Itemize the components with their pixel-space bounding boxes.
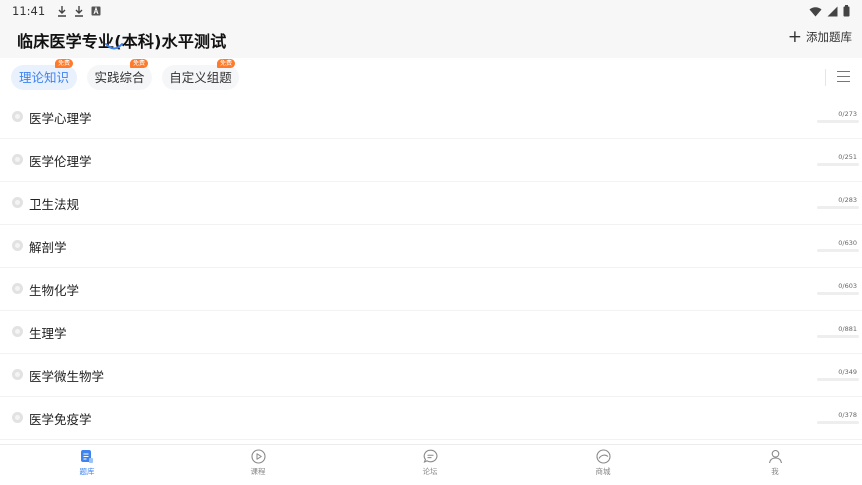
nav-forum[interactable]: 论坛 <box>400 449 460 477</box>
progress-count: 0/283 <box>838 196 857 204</box>
signal-icon <box>827 6 838 16</box>
nav-question-bank[interactable]: 题库 <box>57 449 117 477</box>
subject-name: 卫生法规 <box>29 197 80 212</box>
chat-bubble-icon <box>423 449 437 464</box>
progress-bar <box>817 378 859 381</box>
list-item[interactable]: 生物化学 0/603 <box>0 268 862 311</box>
subject-name: 医学心理学 <box>29 111 92 126</box>
radio-icon <box>12 197 23 208</box>
battery-icon <box>843 5 850 17</box>
status-notifications <box>57 5 101 17</box>
subject-list: 医学心理学 0/273 医学伦理学 0/251 卫生法规 0/283 解剖学 0… <box>0 96 862 440</box>
tab-practice[interactable]: 实践综合 免费 <box>87 59 152 90</box>
status-time: 11:41 <box>12 4 46 18</box>
tab-theory[interactable]: 理论知识 免费 <box>11 59 77 90</box>
progress-bar <box>817 292 859 295</box>
progress-bar <box>817 163 859 166</box>
subject-name: 医学微生物学 <box>29 369 105 384</box>
nav-label: 我 <box>771 467 779 476</box>
font-icon <box>91 6 101 16</box>
nav-shop[interactable]: 商城 <box>573 449 633 477</box>
category-tabs: 理论知识 免费 实践综合 免费 自定义组题 免费 <box>0 58 862 96</box>
download-icon <box>58 6 67 17</box>
progress-count: 0/378 <box>838 411 857 419</box>
list-item[interactable]: 医学微生物学 0/349 <box>0 354 862 397</box>
radio-icon <box>12 283 23 294</box>
list-item[interactable]: 解剖学 0/630 <box>0 225 862 268</box>
nav-label: 论坛 <box>422 467 438 476</box>
subject-name: 解剖学 <box>29 240 67 255</box>
add-question-bank-button[interactable]: + 添加题库 <box>787 27 852 47</box>
list-item[interactable]: 医学伦理学 0/251 <box>0 139 862 182</box>
subject-name: 医学伦理学 <box>29 154 92 169</box>
list-item[interactable]: 医学心理学 0/273 <box>0 96 862 139</box>
list-item[interactable]: 生理学 0/881 <box>0 311 862 354</box>
status-bar: 11:41 <box>0 0 862 22</box>
subject-name: 医学免疫学 <box>29 412 92 427</box>
progress-bar <box>817 120 859 123</box>
progress-bar <box>817 206 859 209</box>
nav-profile[interactable]: 我 <box>745 449 805 477</box>
tab-label: 自定义组题 <box>169 70 232 85</box>
tab-label: 实践综合 <box>94 70 145 85</box>
subject-name: 生物化学 <box>29 283 80 298</box>
tab-label: 理论知识 <box>18 70 69 85</box>
list-item[interactable]: 医学免疫学 0/378 <box>0 397 862 440</box>
progress-count: 0/630 <box>838 239 857 247</box>
radio-icon <box>12 412 23 423</box>
app-header: 临床医学专业(本科)水平测试 + 添加题库 <box>0 22 862 58</box>
nav-label: 商城 <box>595 467 611 476</box>
nav-label: 题库 <box>79 467 95 476</box>
nav-courses[interactable]: 课程 <box>228 449 288 477</box>
nav-label: 课程 <box>250 467 266 476</box>
radio-icon <box>12 154 23 165</box>
bottom-nav: 题库 课程 论坛 商城 我 <box>0 444 862 485</box>
progress-count: 0/603 <box>838 282 857 290</box>
subject-name: 生理学 <box>29 326 67 341</box>
status-system-icons <box>809 5 850 17</box>
progress-count: 0/273 <box>838 110 857 118</box>
loading-spinner-icon <box>105 43 123 50</box>
free-badge: 免费 <box>129 59 148 68</box>
add-question-bank-label: 添加题库 <box>806 30 852 44</box>
radio-icon <box>12 240 23 251</box>
wifi-icon <box>809 6 822 16</box>
progress-bar <box>817 421 859 424</box>
menu-icon[interactable] <box>837 71 850 82</box>
free-badge: 免费 <box>54 59 73 68</box>
plus-icon: + <box>787 27 802 47</box>
question-bank-icon <box>81 450 93 463</box>
tabs-divider <box>825 69 826 86</box>
user-icon <box>768 449 782 464</box>
tab-custom-quiz[interactable]: 自定义组题 免费 <box>162 59 239 90</box>
progress-count: 0/349 <box>838 368 857 376</box>
free-badge: 免费 <box>216 59 235 68</box>
progress-bar <box>817 249 859 252</box>
progress-count: 0/881 <box>838 325 857 333</box>
radio-icon <box>12 326 23 337</box>
download-icon <box>75 6 84 17</box>
list-item[interactable]: 卫生法规 0/283 <box>0 182 862 225</box>
play-circle-icon <box>250 449 266 464</box>
radio-icon <box>12 369 23 380</box>
shop-icon <box>595 449 611 464</box>
progress-bar <box>817 335 859 338</box>
radio-icon <box>12 111 23 122</box>
progress-count: 0/251 <box>838 153 857 161</box>
